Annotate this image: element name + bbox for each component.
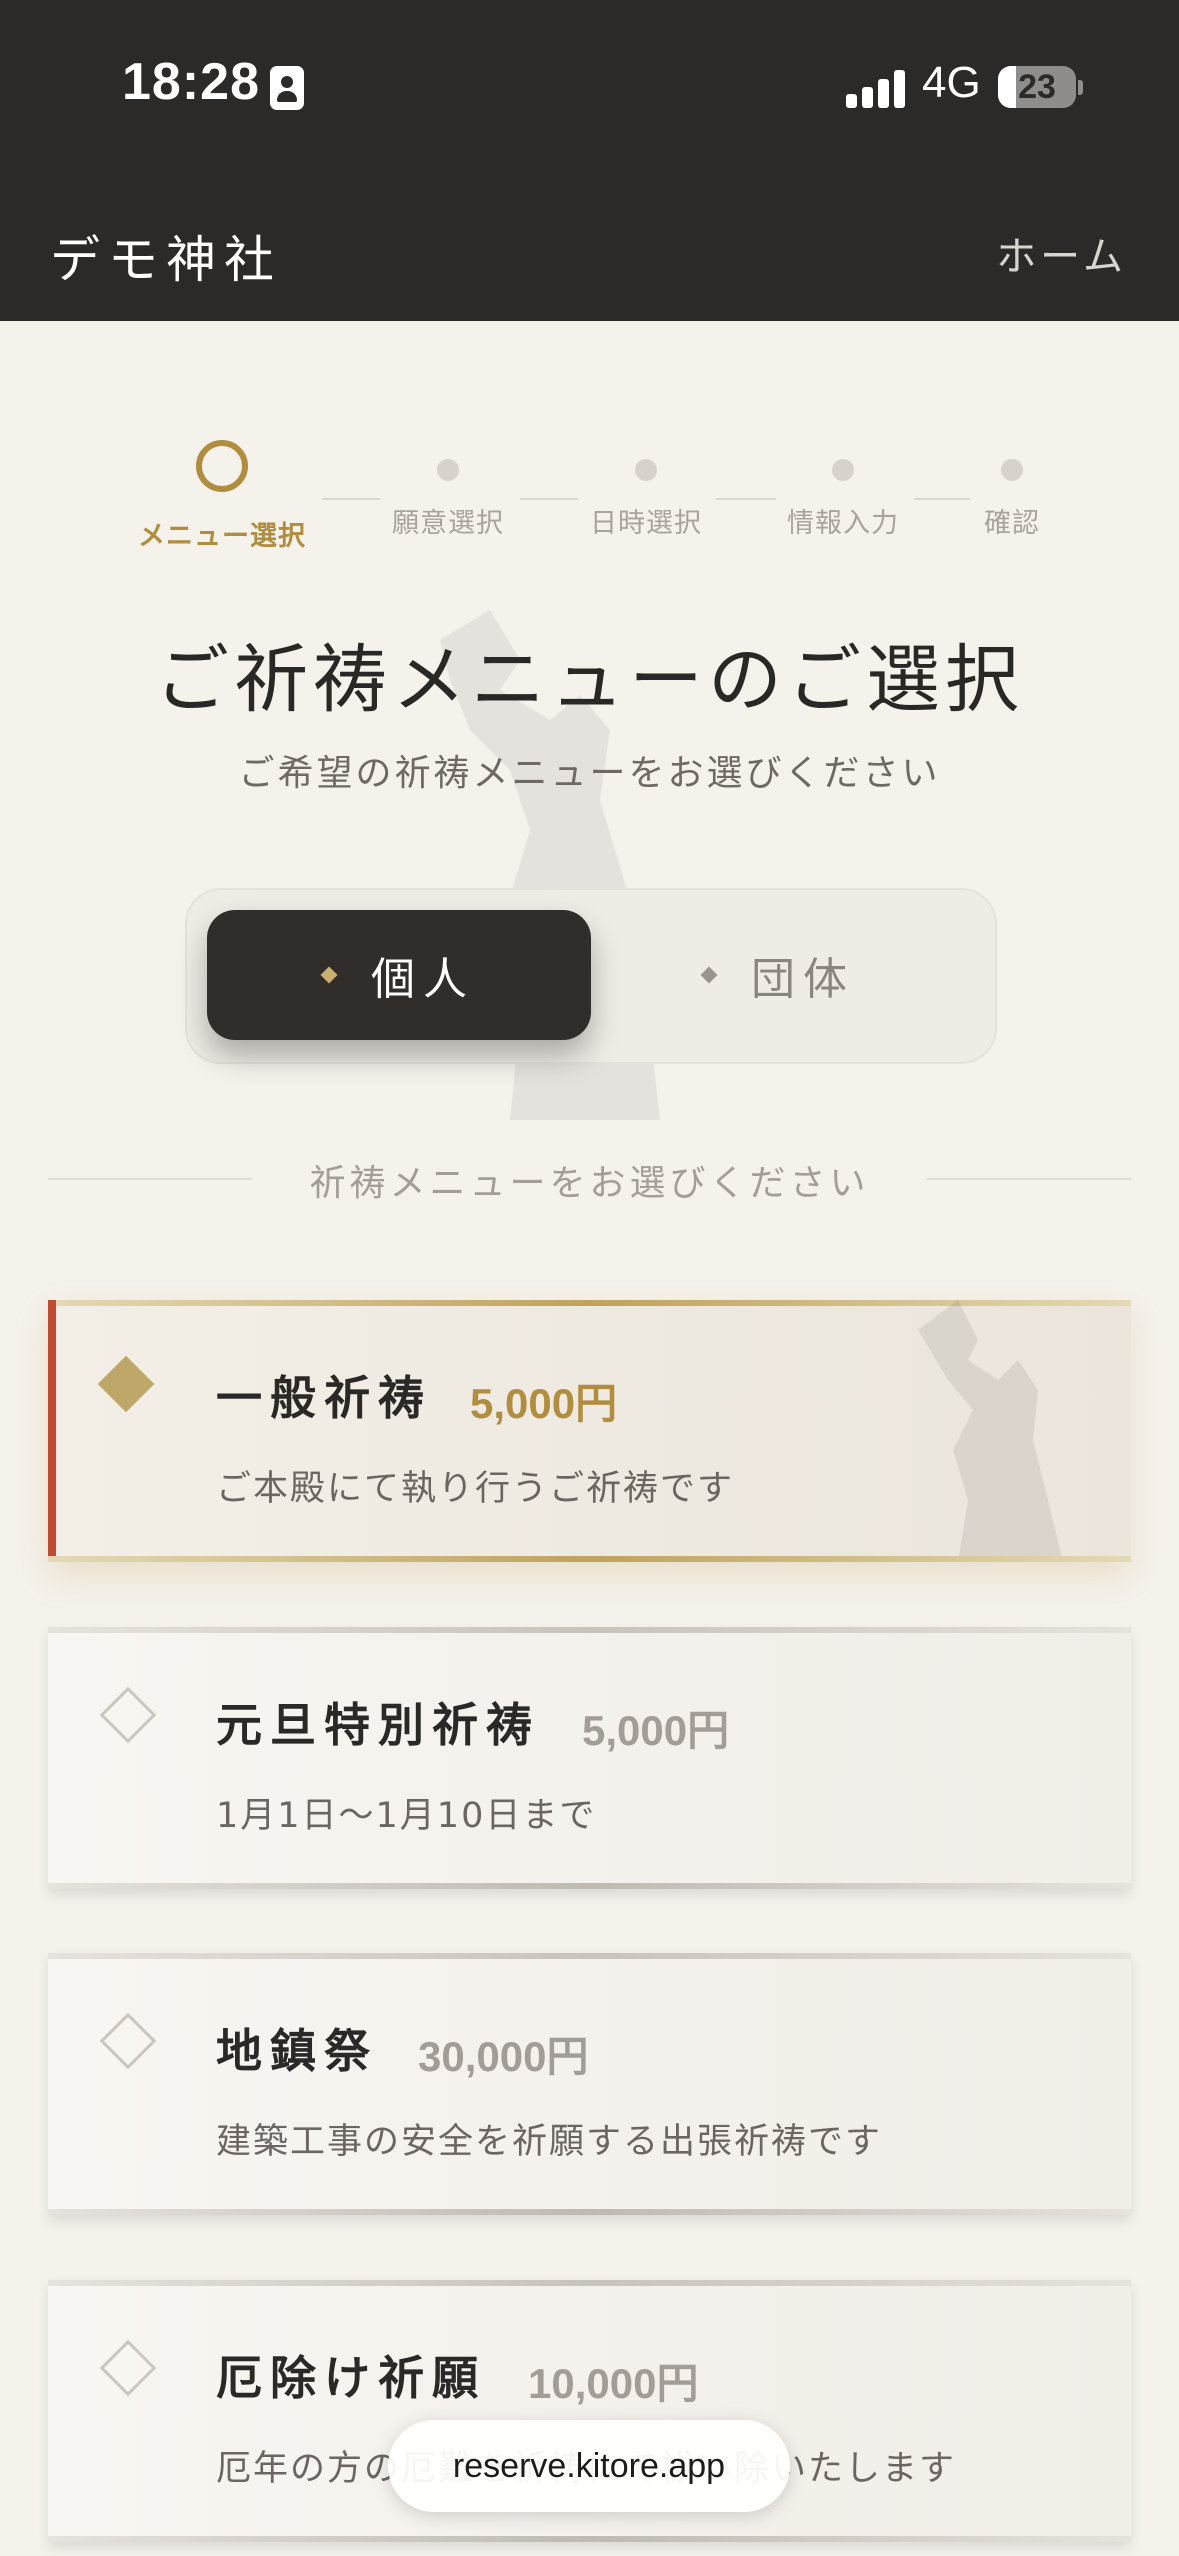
toggle-label: 個人 — [371, 954, 475, 1005]
shrine-name[interactable]: デモ神社 — [50, 220, 282, 292]
battery-tip — [1078, 80, 1083, 95]
diamond-icon — [320, 966, 338, 984]
menu-price: 10,000円 — [528, 2360, 699, 2407]
menu-card-general-prayer[interactable]: 一般祈祷 5,000円 ご本殿にて執り行うご祈祷です — [48, 1300, 1131, 1562]
step-menu-select: メニュー選択 — [112, 440, 332, 553]
menu-title: 一般祈祷 — [216, 1371, 432, 1425]
contact-card-icon — [270, 66, 304, 110]
miko-silhouette-icon — [918, 1300, 1063, 1562]
home-link[interactable]: ホーム — [996, 224, 1127, 282]
selected-indicator — [48, 1300, 56, 1562]
toggle-label: 団体 — [751, 954, 855, 1005]
selected-diamond-icon — [97, 1355, 155, 1413]
page-title: ご祈祷メニューのご選択 — [155, 637, 1024, 723]
step-confirm: 確認 — [902, 440, 1122, 540]
menu-card-groundbreaking[interactable]: 地鎮祭 30,000円 建築工事の安全を祈願する出張祈祷です — [48, 1953, 1131, 2215]
progress-stepper: メニュー選択 願意選択 日時選択 情報入力 確認 — [0, 440, 1179, 560]
step-indicator — [1001, 459, 1023, 481]
step-label: 確認 — [984, 508, 1040, 539]
toggle-group[interactable]: 団体 — [587, 910, 971, 1040]
step-label: 願意選択 — [392, 508, 504, 539]
menu-price: 5,000円 — [582, 1707, 730, 1754]
individual-group-toggle: 個人 団体 — [185, 888, 997, 1064]
step-label: メニュー選択 — [138, 521, 306, 552]
status-bar: 18:28 4G 23 — [0, 0, 1179, 176]
step-label: 日時選択 — [590, 508, 702, 539]
toggle-individual[interactable]: 個人 — [207, 910, 591, 1040]
menu-description: 建築工事の安全を祈願する出張祈祷です — [216, 2122, 883, 2162]
page-subtitle: ご希望の祈祷メニューをお選びください — [238, 753, 941, 794]
step-datetime-select: 日時選択 — [536, 440, 756, 540]
section-label: 祈祷メニューをお選びください — [309, 1163, 870, 1204]
section-divider: 祈祷メニューをお選びください — [48, 1150, 1131, 1210]
diamond-outline-icon — [99, 2339, 157, 2397]
diamond-outline-icon — [99, 1686, 157, 1744]
network-type: 4G — [922, 58, 981, 107]
step-indicator — [437, 459, 459, 481]
diamond-outline-icon — [99, 2012, 157, 2070]
menu-description: 1月1日〜1月10日まで — [216, 1796, 597, 1836]
step-indicator-active — [196, 440, 248, 492]
status-time: 18:28 — [122, 53, 260, 111]
menu-title: 地鎮祭 — [216, 2024, 378, 2078]
menu-price: 5,000円 — [470, 1380, 618, 1427]
menu-card-new-year-prayer[interactable]: 元旦特別祈祷 5,000円 1月1日〜1月10日まで — [48, 1627, 1131, 1889]
cellular-signal-icon — [846, 68, 906, 108]
step-indicator — [832, 459, 854, 481]
step-wish-select: 願意選択 — [338, 440, 558, 540]
menu-title: 元旦特別祈祷 — [216, 1698, 540, 1752]
menu-description: ご本殿にて執り行うご祈祷です — [216, 1469, 735, 1509]
url-bar[interactable]: reserve.kitore.app — [388, 2420, 790, 2512]
diamond-icon — [700, 966, 718, 984]
menu-price: 30,000円 — [418, 2033, 589, 2080]
divider-line — [927, 1178, 1131, 1180]
step-indicator — [635, 459, 657, 481]
battery-percent: 23 — [1018, 68, 1056, 106]
menu-title: 厄除け祈願 — [216, 2351, 486, 2405]
app-header: デモ神社 ホーム — [0, 176, 1179, 321]
battery-icon: 23 — [998, 66, 1076, 108]
